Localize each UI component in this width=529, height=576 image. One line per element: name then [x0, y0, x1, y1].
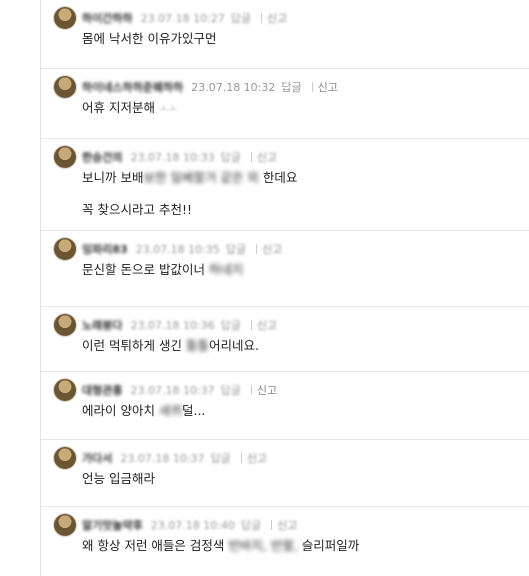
report-link[interactable]: 신고: [257, 149, 277, 165]
meta-separator: [256, 244, 258, 254]
comment-author[interactable]: 잉파리83: [82, 241, 128, 257]
reply-link[interactable]: 답글: [221, 382, 241, 398]
meta-separator: [261, 13, 263, 23]
avatar[interactable]: [54, 379, 76, 401]
comment-item: 알기맛놀약후 23.07.18 10:40 답글 신고 왜 항상 저런 애들은 …: [41, 507, 529, 576]
reply-link[interactable]: 답글: [221, 149, 241, 165]
avatar[interactable]: [54, 7, 76, 29]
avatar[interactable]: [54, 314, 76, 336]
comment-date: 23.07.18 10:27: [140, 11, 225, 25]
redacted-text: 틀틀: [185, 338, 209, 353]
comment-author[interactable]: 대형관흥: [82, 382, 122, 398]
avatar[interactable]: [54, 514, 76, 536]
redacted-text: 보한 일베할거 같은 외: [143, 170, 259, 185]
meta-separator: [250, 320, 252, 330]
meta-separator: [271, 520, 273, 530]
meta-separator: [250, 385, 252, 395]
redacted-text: ㅗㅗ: [158, 104, 178, 115]
comment-item: 대형관흥 23.07.18 10:37 답글 신고 에라이 양아치 새퀴덜...: [41, 372, 529, 440]
comment-text: 언능 입금해라: [82, 471, 155, 486]
comment-item: 한승건의 23.07.18 10:33 답글 신고 보니까 보배보한 일베할거 …: [41, 139, 529, 231]
comment-item: 노래붕다 23.07.18 10:36 답글 신고 이런 먹튀하게 생긴 틀틀어…: [41, 307, 529, 372]
comment-item: 가다서 23.07.18 10:37 답글 신고 언능 입금해라: [41, 440, 529, 507]
comment-date: 23.07.18 10:32: [191, 80, 276, 94]
comment-author[interactable]: 하이네스하하준웨하하: [82, 79, 183, 95]
comment-date: 23.07.18 10:37: [120, 451, 205, 465]
avatar[interactable]: [54, 447, 76, 469]
comment-date: 23.07.18 10:36: [130, 318, 215, 332]
comment-text: 이런 먹튀하게 생긴 틀틀어리네요.: [82, 338, 259, 353]
report-link[interactable]: 신고: [257, 382, 277, 398]
comment-item: 하이네스하하준웨하하 23.07.18 10:32 답글 신고 어휴 지저분해 …: [41, 69, 529, 139]
comment-author[interactable]: 한승건의: [82, 149, 122, 165]
report-link[interactable]: 신고: [318, 79, 338, 95]
comment-list: 하이간하하 23.07.18 10:27 답글 신고 몸에 낙서한 이유가있구먼…: [41, 0, 529, 576]
reply-link[interactable]: 답글: [211, 450, 231, 466]
report-link[interactable]: 신고: [267, 10, 287, 26]
redacted-text: 하네지: [208, 262, 244, 277]
report-link[interactable]: 신고: [262, 241, 282, 257]
comment-author[interactable]: 노래붕다: [82, 317, 122, 333]
comment-text: 몸에 낙서한 이유가있구먼: [82, 31, 217, 46]
comment-date: 23.07.18 10:33: [130, 150, 215, 164]
meta-separator: [250, 152, 252, 162]
report-link[interactable]: 신고: [247, 450, 267, 466]
comment-date: 23.07.18 10:40: [150, 518, 235, 532]
comment-author[interactable]: 알기맛놀약후: [82, 517, 143, 533]
comment-text-extra: 꼭 찾으시라고 추천!!: [82, 202, 192, 217]
comment-item: 잉파리83 23.07.18 10:35 답글 신고 문신할 돈으로 밥값이너 …: [41, 231, 529, 307]
comment-text: 문신할 돈으로 밥값이너 하네지: [82, 262, 244, 277]
reply-link[interactable]: 답글: [231, 10, 251, 26]
meta-separator: [311, 82, 313, 92]
reply-link[interactable]: 답글: [281, 79, 301, 95]
report-link[interactable]: 신고: [277, 517, 297, 533]
comment-author[interactable]: 하이간하하: [82, 10, 133, 26]
comment-text: 보니까 보배보한 일베할거 같은 외 한데요: [82, 170, 298, 185]
comment-text: 에라이 양아치 새퀴덜...: [82, 403, 206, 418]
redacted-text: 반바지, 반팔,: [228, 538, 298, 553]
redacted-text: 새퀴: [158, 403, 182, 418]
meta-separator: [240, 453, 242, 463]
avatar[interactable]: [54, 146, 76, 168]
report-link[interactable]: 신고: [257, 317, 277, 333]
reply-link[interactable]: 답글: [226, 241, 246, 257]
reply-link[interactable]: 답글: [221, 317, 241, 333]
comment-text: 왜 항상 저런 애들은 검정색 반바지, 반팔, 슬리퍼일까: [82, 538, 360, 553]
comment-date: 23.07.18 10:37: [130, 383, 215, 397]
comment-author[interactable]: 가다서: [82, 450, 112, 466]
comment-item: 하이간하하 23.07.18 10:27 답글 신고 몸에 낙서한 이유가있구먼: [41, 0, 529, 69]
avatar[interactable]: [54, 238, 76, 260]
reply-link[interactable]: 답글: [241, 517, 261, 533]
comment-text: 어휴 지저분해 ㅗㅗ: [82, 100, 178, 115]
avatar[interactable]: [54, 76, 76, 98]
comment-date: 23.07.18 10:35: [135, 242, 220, 256]
